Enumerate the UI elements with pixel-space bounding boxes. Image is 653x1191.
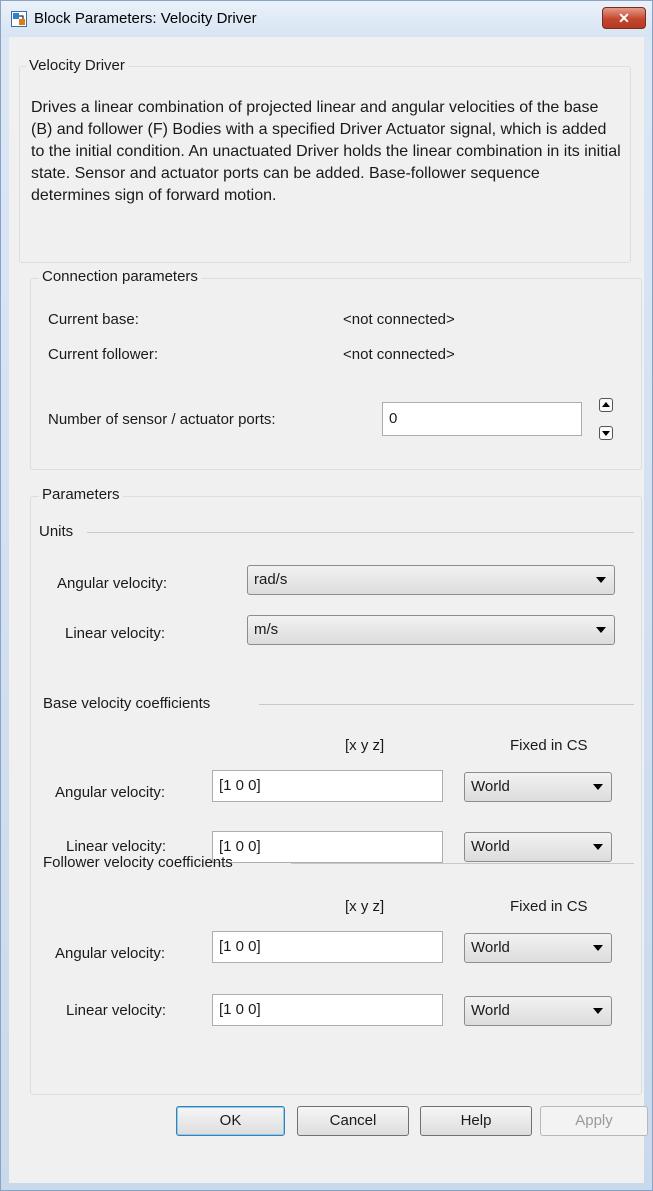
ok-button[interactable]: OK xyxy=(176,1106,285,1136)
base-linear-cs-value: World xyxy=(471,838,510,855)
follower-angular-input[interactable]: [1 0 0] xyxy=(212,931,443,963)
base-cs-header: Fixed in CS xyxy=(510,737,588,754)
current-follower-label: Current follower: xyxy=(48,346,159,363)
chevron-down-icon xyxy=(593,1008,603,1014)
base-linear-value: [1 0 0] xyxy=(219,838,261,855)
base-angular-label: Angular velocity: xyxy=(55,784,166,801)
apply-button: Apply xyxy=(540,1106,648,1136)
spin-up-button[interactable] xyxy=(599,398,613,412)
connection-group-label: Connection parameters xyxy=(39,268,201,285)
close-button[interactable]: ✕ xyxy=(602,7,646,29)
follower-angular-cs-select[interactable]: World xyxy=(464,933,612,963)
title-bar[interactable]: Block Parameters: Velocity Driver ✕ xyxy=(1,1,652,37)
chevron-down-icon xyxy=(593,945,603,951)
follower-angular-label: Angular velocity: xyxy=(55,945,166,962)
base-section-label: Base velocity coefficients xyxy=(43,695,211,712)
ports-input[interactable]: 0 xyxy=(382,402,582,436)
base-angular-cs-select[interactable]: World xyxy=(464,772,612,802)
close-icon: ✕ xyxy=(618,10,630,26)
current-base-value: <not connected> xyxy=(343,311,455,328)
follower-linear-value: [1 0 0] xyxy=(219,1001,261,1018)
description-text: Drives a linear combination of projected… xyxy=(31,99,621,204)
base-linear-cs-select[interactable]: World xyxy=(464,832,612,862)
follower-angular-value: [1 0 0] xyxy=(219,938,261,955)
follower-section-label: Follower velocity coefficients xyxy=(43,854,233,871)
follower-linear-cs-select[interactable]: World xyxy=(464,996,612,1026)
units-angular-label: Angular velocity: xyxy=(57,575,168,592)
current-base-label: Current base: xyxy=(48,311,139,328)
ports-value: 0 xyxy=(389,410,398,427)
connection-group xyxy=(30,278,642,470)
chevron-down-icon xyxy=(596,577,606,583)
units-divider xyxy=(87,532,634,533)
base-angular-input[interactable]: [1 0 0] xyxy=(212,770,443,802)
help-button[interactable]: Help xyxy=(420,1106,532,1136)
simulink-block-icon xyxy=(11,11,27,27)
units-section-label: Units xyxy=(39,523,74,540)
follower-divider xyxy=(291,863,634,864)
parameters-group-label: Parameters xyxy=(39,486,123,503)
chevron-down-icon xyxy=(593,784,603,790)
follower-linear-input[interactable]: [1 0 0] xyxy=(212,994,443,1026)
units-angular-select[interactable]: rad/s xyxy=(247,565,615,595)
spin-up-icon xyxy=(602,402,610,407)
units-linear-select[interactable]: m/s xyxy=(247,615,615,645)
base-linear-input[interactable]: [1 0 0] xyxy=(212,831,443,863)
chevron-down-icon xyxy=(593,844,603,850)
follower-cs-header: Fixed in CS xyxy=(510,898,588,915)
follower-xyz-header: [x y z] xyxy=(345,898,385,915)
base-angular-value: [1 0 0] xyxy=(219,777,261,794)
cancel-button[interactable]: Cancel xyxy=(297,1106,409,1136)
units-angular-value: rad/s xyxy=(254,571,288,588)
base-angular-cs-value: World xyxy=(471,778,510,795)
spin-down-icon xyxy=(602,431,610,436)
spin-down-button[interactable] xyxy=(599,426,613,440)
base-divider xyxy=(259,704,634,705)
ports-label: Number of sensor / actuator ports: xyxy=(48,411,276,428)
base-linear-label: Linear velocity: xyxy=(66,838,167,855)
current-follower-value: <not connected> xyxy=(343,346,455,363)
units-linear-label: Linear velocity: xyxy=(65,625,166,642)
dialog-window: Block Parameters: Velocity Driver ✕ Velo… xyxy=(0,0,653,1191)
description-group-label: Velocity Driver xyxy=(26,57,128,74)
units-linear-value: m/s xyxy=(254,621,279,638)
follower-linear-label: Linear velocity: xyxy=(66,1002,167,1019)
base-xyz-header: [x y z] xyxy=(345,737,385,754)
chevron-down-icon xyxy=(596,627,606,633)
follower-angular-cs-value: World xyxy=(471,939,510,956)
follower-linear-cs-value: World xyxy=(471,1002,510,1019)
window-title: Block Parameters: Velocity Driver xyxy=(34,10,257,27)
